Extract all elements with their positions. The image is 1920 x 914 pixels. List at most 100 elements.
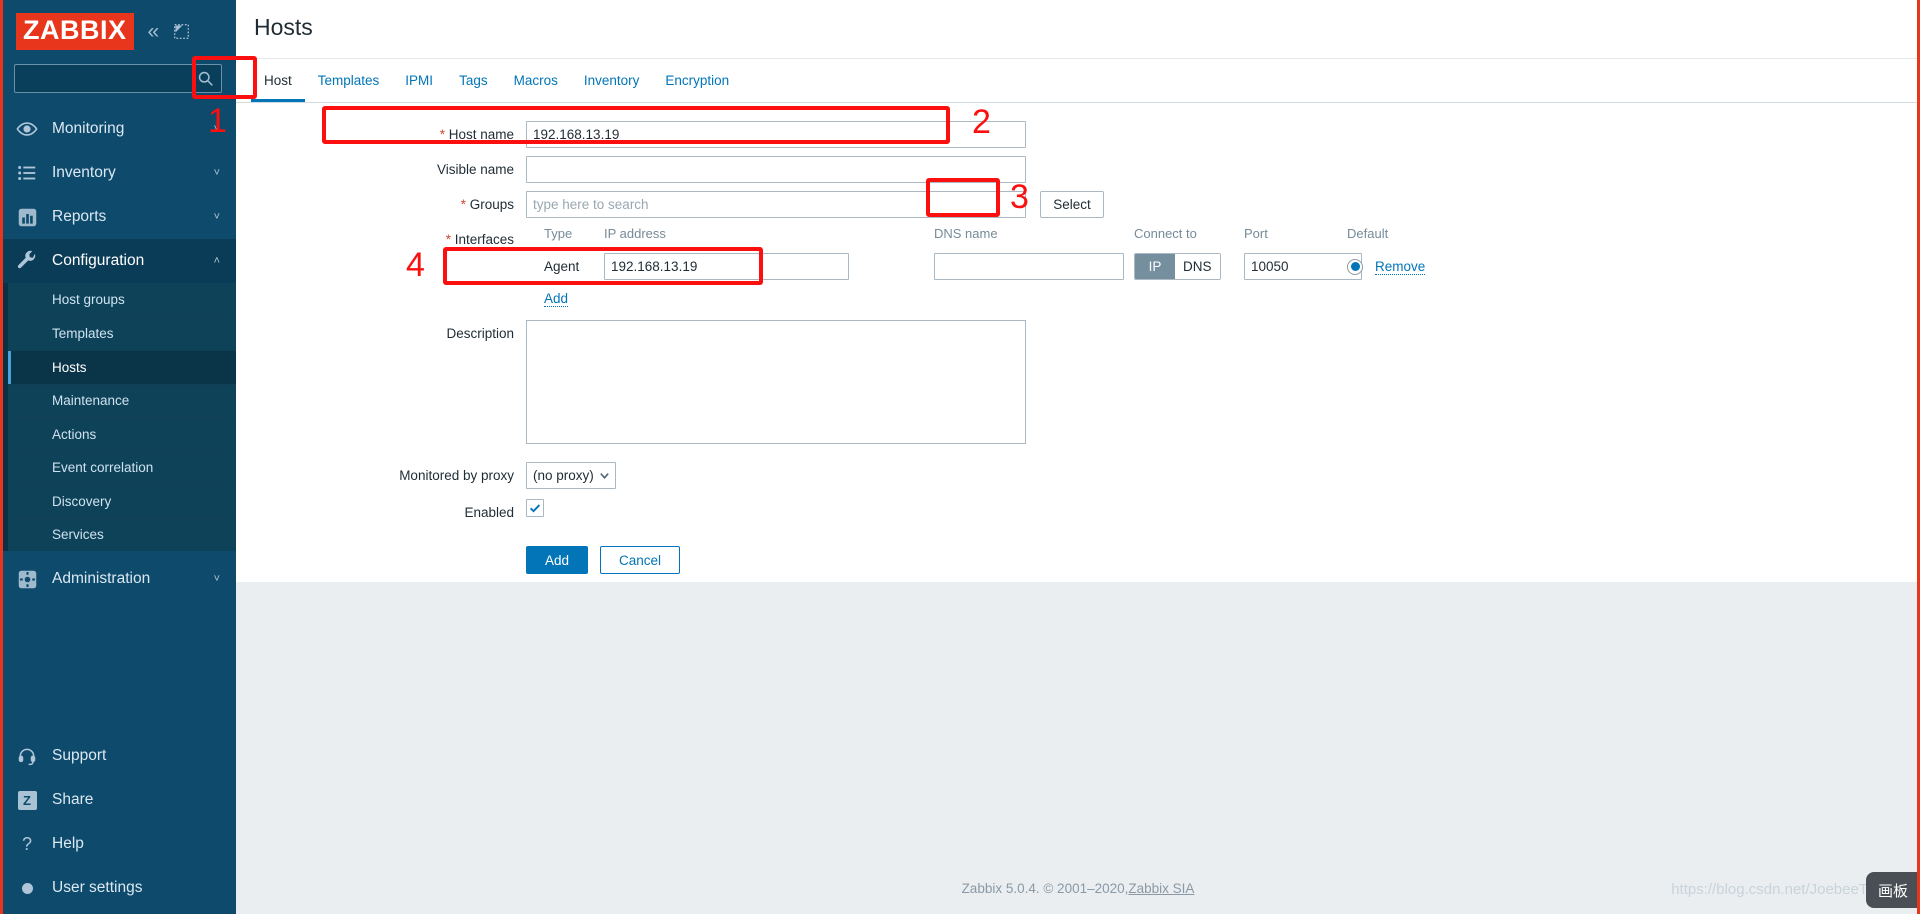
tab-tags[interactable]: Tags <box>446 59 501 102</box>
main-content: Hosts Host Templates IPMI Tags Macros In… <box>236 0 1920 914</box>
field-description: Description <box>236 320 1920 444</box>
zabbix-app: ZABBIX « Monitoring ˅ Inventory ˅ Report… <box>0 0 1920 914</box>
sidebar-menu: Monitoring ˅ Inventory ˅ Reports ˅ Confi… <box>0 107 236 734</box>
search-input[interactable] <box>15 65 221 92</box>
description-textarea[interactable] <box>526 320 1026 444</box>
col-type: Type <box>544 226 573 241</box>
sidebar-item-templates[interactable]: Templates <box>8 316 236 350</box>
monitored-by-proxy-select[interactable]: (no proxy) <box>526 462 616 489</box>
sidebar-item-services[interactable]: Services <box>8 517 236 551</box>
submenu-label: Templates <box>52 326 114 342</box>
tab-label: Templates <box>317 73 380 88</box>
enabled-checkbox[interactable] <box>526 499 544 517</box>
interface-row: Agent IP DNS <box>526 253 1437 280</box>
sidebar-item-label: Administration <box>52 570 151 587</box>
sidebar-item-support[interactable]: Support <box>0 734 236 778</box>
sidebar-item-user-settings[interactable]: User settings <box>0 866 236 910</box>
field-interfaces: * Interfaces Type IP address DNS name Co… <box>236 226 1920 308</box>
sidebar-item-host-groups[interactable]: Host groups <box>8 283 236 317</box>
label-text: Monitored by proxy <box>399 468 514 483</box>
add-button[interactable]: Add <box>526 546 589 574</box>
label-text: Interfaces <box>454 232 514 247</box>
sidebar-item-administration[interactable]: Administration ˅ <box>0 557 236 601</box>
enabled-label: Enabled <box>236 499 526 526</box>
sidebar-search-wrap <box>0 62 236 107</box>
sidebar-item-help[interactable]: ? Help <box>0 822 236 866</box>
cancel-button[interactable]: Cancel <box>600 546 681 574</box>
groups-input[interactable] <box>526 191 1026 218</box>
gear-icon <box>16 568 38 590</box>
z-badge-icon: Z <box>16 789 38 811</box>
interface-ip-input[interactable] <box>604 253 849 280</box>
sidebar-item-configuration[interactable]: Configuration ˄ <box>0 239 236 283</box>
host-form-card: Host Templates IPMI Tags Macros Inventor… <box>236 58 1920 582</box>
list-icon <box>16 162 38 184</box>
sidebar-item-share[interactable]: Z Share <box>0 778 236 822</box>
sidebar-item-discovery[interactable]: Discovery <box>8 484 236 518</box>
connect-to-ip-option[interactable]: IP <box>1135 254 1175 279</box>
tab-ipmi[interactable]: IPMI <box>392 59 446 102</box>
visible-name-input[interactable] <box>526 156 1026 183</box>
sidebar-item-reports[interactable]: Reports ˅ <box>0 195 236 239</box>
interfaces-table: Type IP address DNS name Connect to Port… <box>526 226 1437 308</box>
search-box[interactable] <box>14 64 222 93</box>
sidebar-item-label: User settings <box>52 879 143 896</box>
collapse-sidebar-icon[interactable]: « <box>148 21 160 42</box>
col-ip-address: IP address <box>604 226 666 241</box>
col-port: Port <box>1244 226 1268 241</box>
search-icon[interactable] <box>197 70 214 87</box>
tab-templates[interactable]: Templates <box>305 59 393 102</box>
sidebar-item-label: Inventory <box>52 164 116 181</box>
sidebar-item-event-correlation[interactable]: Event correlation <box>8 450 236 484</box>
sidebar-item-monitoring[interactable]: Monitoring ˅ <box>0 107 236 151</box>
interface-dns-input[interactable] <box>934 253 1124 280</box>
connect-to-toggle[interactable]: IP DNS <box>1134 253 1221 280</box>
tab-encryption[interactable]: Encryption <box>652 59 742 102</box>
footer-link[interactable]: Zabbix SIA <box>1128 881 1194 896</box>
sidebar-item-actions[interactable]: Actions <box>8 417 236 451</box>
interface-remove-link[interactable]: Remove <box>1375 259 1426 275</box>
col-dns-name: DNS name <box>934 226 998 241</box>
form-actions-row: Add Cancel <box>236 534 1920 574</box>
interface-add-link[interactable]: Add <box>544 291 569 307</box>
tab-label: Tags <box>459 73 488 88</box>
interface-default-radio[interactable] <box>1347 258 1363 275</box>
tab-inventory[interactable]: Inventory <box>571 59 653 102</box>
expand-sidebar-icon[interactable] <box>173 23 190 40</box>
field-enabled: Enabled <box>236 499 1920 526</box>
required-marker: * <box>445 232 451 247</box>
sidebar-item-inventory[interactable]: Inventory ˅ <box>0 151 236 195</box>
chevron-down-icon: ˅ <box>213 211 220 223</box>
label-text: Enabled <box>464 505 514 520</box>
chevron-up-icon: ˄ <box>213 255 220 267</box>
submenu-label: Actions <box>52 426 97 442</box>
zabbix-logo[interactable]: ZABBIX <box>16 12 134 50</box>
connect-to-dns-option[interactable]: DNS <box>1175 254 1220 279</box>
sidebar-item-hosts[interactable]: Hosts <box>8 350 236 384</box>
watermark-text: https://blog.csdn.net/JoebeeT <box>1671 881 1868 898</box>
chevron-down-icon: ˅ <box>213 167 220 179</box>
host-name-input[interactable] <box>526 121 1026 148</box>
field-host-name: * Host name <box>236 121 1920 148</box>
label-text: Host name <box>448 127 514 142</box>
sidebar-item-maintenance[interactable]: Maintenance <box>8 383 236 417</box>
footer-text: Zabbix 5.0.4. © 2001–2020, <box>961 880 1129 896</box>
page-title: Hosts <box>254 14 313 40</box>
sidebar-item-label: Share <box>52 791 94 808</box>
page-background-filler <box>236 582 1920 862</box>
sidebar-item-label: Help <box>52 835 84 852</box>
tab-host[interactable]: Host <box>251 59 305 102</box>
sidebar-item-label: Monitoring <box>52 120 125 137</box>
interface-port-input[interactable] <box>1244 253 1362 280</box>
monitored-by-proxy-label: Monitored by proxy <box>236 462 526 489</box>
groups-select-button[interactable]: Select <box>1040 191 1104 218</box>
tab-label: Macros <box>513 73 558 88</box>
visible-name-label: Visible name <box>236 156 526 183</box>
chevron-down-icon: ˅ <box>213 573 220 585</box>
interfaces-label: * Interfaces <box>236 226 526 253</box>
submenu-label: Host groups <box>52 292 125 308</box>
tab-macros[interactable]: Macros <box>501 59 571 102</box>
field-groups: * Groups Select <box>236 191 1920 218</box>
configuration-submenu: Host groups Templates Hosts Maintenance … <box>0 283 236 551</box>
label-text: Visible name <box>436 162 514 177</box>
